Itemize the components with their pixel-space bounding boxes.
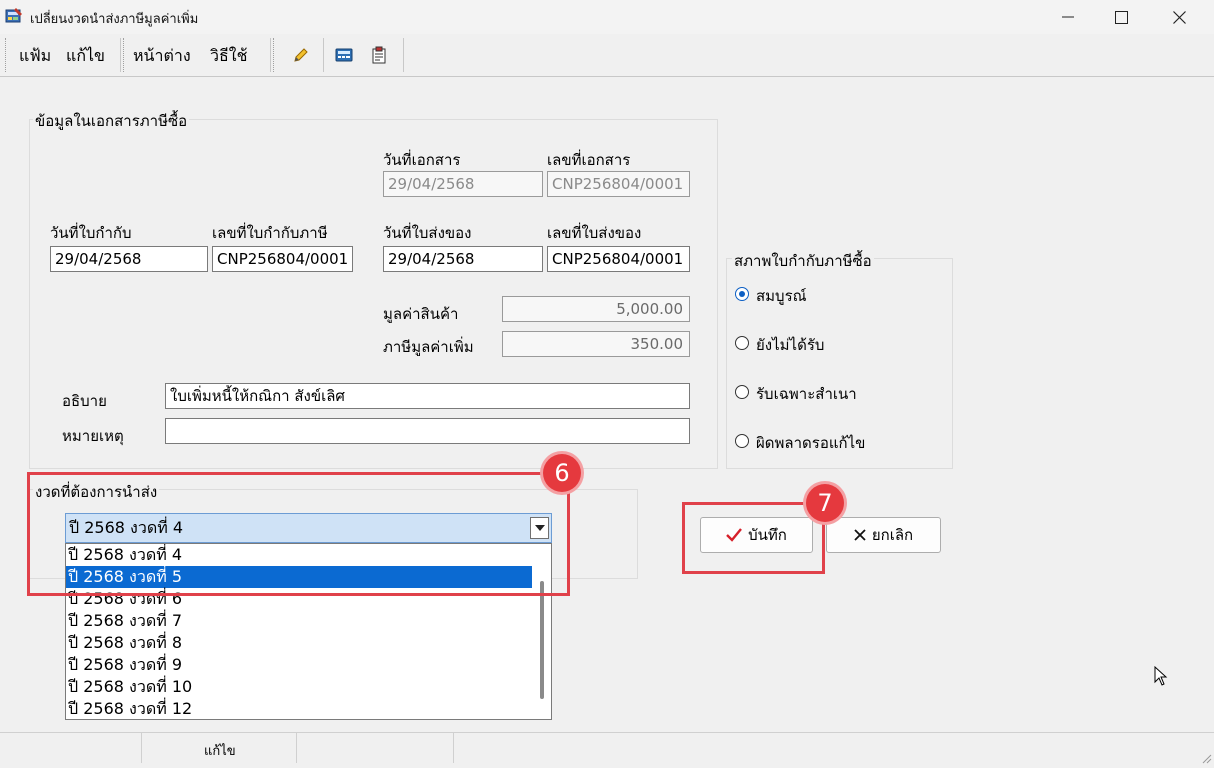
cancel-button[interactable]: ยกเลิก xyxy=(826,517,941,553)
tax-invoice-no-label: เลขที่ใบกำกับภาษี xyxy=(212,224,328,242)
vat-field[interactable]: 350.00 xyxy=(502,331,690,357)
status-radio-2[interactable] xyxy=(735,385,749,399)
maximize-button[interactable] xyxy=(1092,0,1150,34)
status-radio-1[interactable] xyxy=(735,336,749,350)
goods-value-label: มูลค่าสินค้า xyxy=(383,305,459,323)
annotation-badge-6: 6 xyxy=(543,454,581,492)
status-radio-3[interactable] xyxy=(735,434,749,448)
description-field[interactable]: ใบเพิ่มหนี้ให้กณิกา สังข์เลิศ xyxy=(165,383,690,409)
pencil-icon[interactable] xyxy=(292,46,310,64)
resize-grip-icon[interactable] xyxy=(1200,749,1212,768)
menu-help[interactable]: วิธีใช้ xyxy=(210,44,247,69)
close-icon xyxy=(1172,10,1186,24)
annotation-badge-7: 7 xyxy=(806,484,844,522)
menu-separator xyxy=(270,38,271,72)
mouse-cursor-icon xyxy=(1154,665,1168,690)
tax-invoice-no-field[interactable]: CNP256804/0001 xyxy=(212,246,353,272)
remark-label: หมายเหตุ xyxy=(62,427,124,445)
period-option[interactable]: ปี 2568 งวดที่ 12 xyxy=(66,698,532,719)
status-bar: แก้ไข xyxy=(0,732,1214,764)
delivery-no-label: เลขที่ใบส่งของ xyxy=(547,224,642,242)
doc-date-label: วันที่เอกสาร xyxy=(383,151,461,169)
delivery-date-field[interactable]: 29/04/2568 xyxy=(383,246,543,272)
tax-invoice-date-label: วันที่ใบกำกับ xyxy=(50,224,132,242)
period-option[interactable]: ปี 2568 งวดที่ 9 xyxy=(66,654,532,676)
menu-file[interactable]: แฟ้ม xyxy=(19,44,51,69)
close-button[interactable] xyxy=(1150,0,1208,34)
menu-grip xyxy=(5,38,9,72)
tax-invoice-date-field[interactable]: 29/04/2568 xyxy=(50,246,208,272)
title-bar: เปลี่ยนงวดนำส่งภาษีมูลค่าเพิ่ม xyxy=(0,0,1214,35)
delivery-date-label: วันที่ใบส่งของ xyxy=(383,224,472,242)
status-radio-label-1: ยังไม่ได้รับ xyxy=(756,336,825,354)
calculator-icon[interactable] xyxy=(335,46,353,64)
status-cell xyxy=(297,733,454,763)
annotation-highlight-save xyxy=(682,502,825,574)
period-option[interactable]: ปี 2568 งวดที่ 10 xyxy=(66,676,532,698)
tax-invoice-status-group-label: สภาพใบกำกับภาษีซื้อ xyxy=(732,249,874,273)
clipboard-icon[interactable] xyxy=(370,46,388,64)
app-icon xyxy=(5,7,23,25)
status-cell xyxy=(0,733,142,763)
status-mode: แก้ไข xyxy=(204,744,236,759)
menu-bar: แฟ้ม แก้ไข หน้าต่าง วิธีใช้ xyxy=(0,34,1214,77)
doc-no-field[interactable]: CNP256804/0001 xyxy=(547,171,690,197)
status-radio-label-0: สมบูรณ์ xyxy=(756,287,807,305)
menu-window[interactable]: หน้าต่าง xyxy=(133,44,191,69)
doc-date-field[interactable]: 29/04/2568 xyxy=(383,171,543,197)
delivery-no-field[interactable]: CNP256804/0001 xyxy=(547,246,690,272)
window-title: เปลี่ยนงวดนำส่งภาษีมูลค่าเพิ่ม xyxy=(30,12,199,27)
close-icon xyxy=(854,529,866,541)
cancel-button-label: ยกเลิก xyxy=(871,526,914,544)
period-option[interactable]: ปี 2568 งวดที่ 7 xyxy=(66,610,532,632)
document-info-group-label: ข้อมูลในเอกสารภาษีซื้อ xyxy=(33,109,190,133)
minimize-button[interactable] xyxy=(1039,0,1097,34)
annotation-highlight-period xyxy=(27,472,570,596)
toolbar-grip xyxy=(273,38,277,72)
vat-label: ภาษีมูลค่าเพิ่ม xyxy=(383,338,474,356)
status-radio-label-2: รับเฉพาะสำเนา xyxy=(756,385,857,403)
status-radio-label-3: ผิดพลาดรอแก้ไข xyxy=(756,434,866,452)
dropdown-scrollbar[interactable] xyxy=(540,581,544,699)
remark-field[interactable] xyxy=(165,418,690,444)
toolbar-separator xyxy=(403,38,404,72)
menu-separator xyxy=(120,38,121,72)
status-radio-0[interactable] xyxy=(735,287,749,301)
goods-value-field[interactable]: 5,000.00 xyxy=(502,296,690,322)
period-option[interactable]: ปี 2568 งวดที่ 8 xyxy=(66,632,532,654)
menu-grip xyxy=(123,38,127,72)
doc-no-label: เลขที่เอกสาร xyxy=(547,151,631,169)
maximize-icon xyxy=(1114,10,1128,24)
toolbar-separator xyxy=(323,38,324,72)
minimize-icon xyxy=(1062,16,1074,18)
menu-edit[interactable]: แก้ไข xyxy=(66,44,105,69)
description-label: อธิบาย xyxy=(62,392,107,410)
